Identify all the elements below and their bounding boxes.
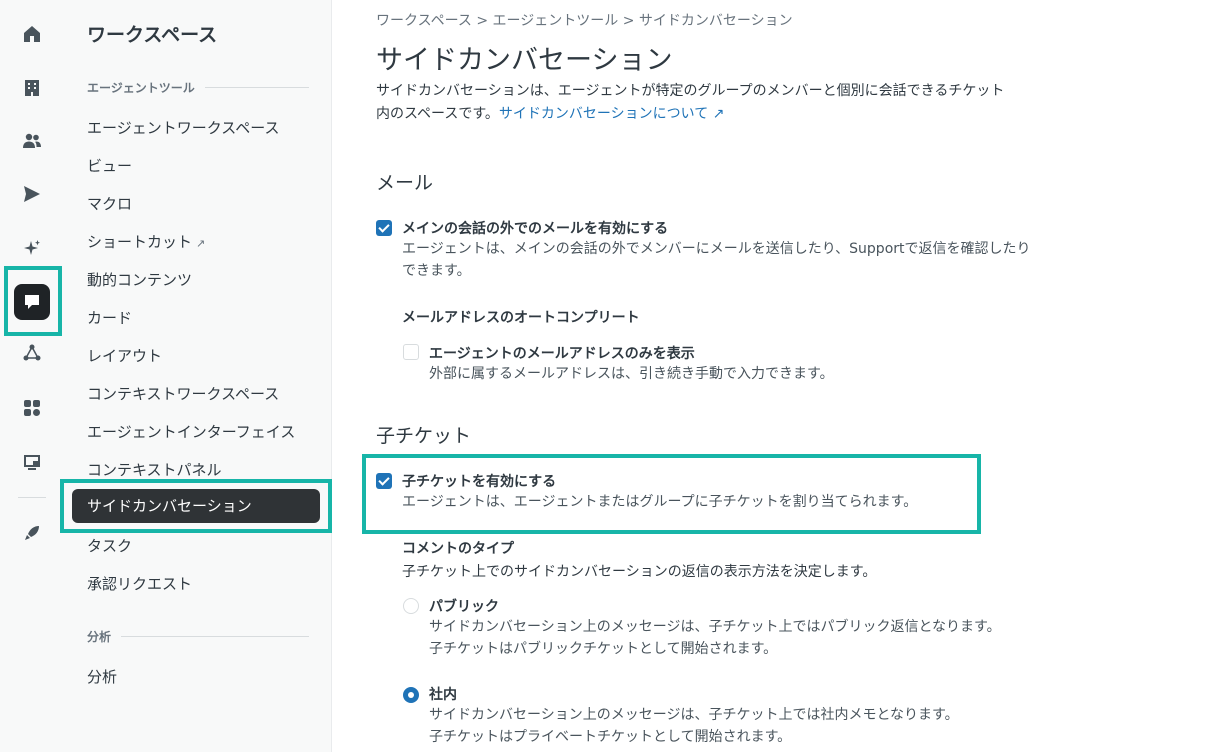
page-title: サイドカンバセーション: [376, 45, 673, 76]
share-icon[interactable]: [18, 339, 46, 367]
nav-item-cards[interactable]: カード: [87, 307, 132, 328]
breadcrumb-current: サイドカンバセーション: [638, 13, 793, 29]
rocket-icon[interactable]: [18, 519, 46, 547]
nav-item-approval-requests[interactable]: 承認リクエスト: [87, 573, 192, 594]
internal-hint-2: 子チケットはプライベートチケットとして開始されます。: [429, 729, 792, 745]
icon-rail: [0, 0, 64, 752]
learn-more-link[interactable]: サイドカンバセーションについて ↗: [499, 106, 725, 122]
agent-only-checkbox[interactable]: [403, 344, 419, 360]
nav-section-label: エージェントツール: [87, 81, 195, 95]
agent-only-hint: 外部に属するメールアドレスは、引き続き手動で入力できます。: [429, 366, 834, 382]
child-ticket-heading: 子チケット: [376, 425, 472, 447]
apps-icon[interactable]: [18, 394, 46, 422]
nav-section-agent-tools: エージェントツール: [87, 79, 309, 96]
public-radio[interactable]: [403, 598, 419, 614]
public-option: パブリック サイドカンバセーション上のメッセージは、子チケット上ではパブリック返…: [429, 596, 1049, 660]
page-description: サイドカンバセーションは、エージェントが特定のグループのメンバーと個別に会話でき…: [376, 80, 1016, 126]
public-label[interactable]: パブリック: [429, 596, 1049, 616]
nav-item-context-workspaces[interactable]: コンテキストワークスペース: [87, 383, 279, 404]
rail-divider: [18, 497, 46, 498]
email-enable-checkbox[interactable]: [376, 220, 392, 236]
comment-type-hint: 子チケット上でのサイドカンバセーションの返信の表示方法を決定します。: [402, 564, 877, 580]
nav-item-views[interactable]: ビュー: [87, 155, 132, 176]
internal-radio[interactable]: [403, 687, 419, 703]
internal-hint: サイドカンバセーション上のメッセージは、子チケット上では社内メモとなります。: [429, 707, 959, 723]
nav-item-context-panel[interactable]: コンテキストパネル: [87, 459, 222, 480]
sparkle-icon[interactable]: [18, 234, 46, 262]
external-link-icon: ↗: [196, 237, 206, 250]
workspace-icon[interactable]: [18, 448, 46, 476]
public-hint: サイドカンバセーション上のメッセージは、子チケット上ではパブリック返信となります…: [429, 619, 1001, 635]
nav-item-agent-workspace[interactable]: エージェントワークスペース: [87, 117, 279, 138]
agent-only-label[interactable]: エージェントのメールアドレスのみを表示: [429, 343, 989, 363]
child-ticket-highlight: [362, 454, 981, 534]
public-hint-2: 子チケットはパブリックチケットとして開始されます。: [429, 641, 778, 657]
nav-item-dynamic-content[interactable]: 動的コンテンツ: [87, 269, 192, 290]
email-enable-hint: エージェントは、メインの会話の外でメンバーにメールを送信したり、Supportで…: [402, 241, 1031, 279]
home-icon[interactable]: [18, 20, 46, 48]
breadcrumb-separator: >: [622, 13, 635, 29]
users-icon[interactable]: [18, 127, 46, 155]
nav-section-label: 分析: [87, 630, 112, 644]
workspace-nav: ワークスペース エージェントツール エージェントワークスペース ビュー マクロ …: [64, 0, 332, 752]
building-icon[interactable]: [18, 74, 46, 102]
nav-title: ワークスペース: [87, 24, 218, 46]
chat-icon[interactable]: [14, 284, 50, 320]
email-autocomplete-heading: メールアドレスのオートコンプリート: [402, 310, 640, 326]
nav-item-label: ショートカット: [87, 233, 193, 251]
breadcrumb-separator: >: [476, 13, 489, 29]
agent-only-option: エージェントのメールアドレスのみを表示 外部に属するメールアドレスは、引き続き手…: [429, 343, 989, 385]
internal-label[interactable]: 社内: [429, 684, 1049, 704]
nav-item-tasks[interactable]: タスク: [87, 535, 132, 556]
nav-item-layouts[interactable]: レイアウト: [87, 345, 162, 366]
nav-section-analytics: 分析: [87, 628, 309, 645]
email-heading: メール: [376, 172, 434, 194]
nav-selected-highlight: [60, 479, 332, 533]
nav-item-macros[interactable]: マクロ: [87, 193, 132, 214]
nav-item-analytics[interactable]: 分析: [87, 666, 117, 687]
comment-type-heading: コメントのタイプ: [402, 541, 514, 557]
nav-item-agent-interface[interactable]: エージェントインターフェイス: [87, 421, 295, 442]
nav-item-shortcuts[interactable]: ショートカット ↗: [87, 231, 205, 252]
send-icon[interactable]: [18, 180, 46, 208]
internal-option: 社内 サイドカンバセーション上のメッセージは、子チケット上では社内メモとなります…: [429, 684, 1049, 748]
email-enable-option: メインの会話の外でのメールを有効にする エージェントは、メインの会話の外でメンバ…: [402, 218, 1042, 282]
breadcrumb-workspace[interactable]: ワークスペース: [376, 13, 472, 29]
breadcrumb: ワークスペース > エージェントツール > サイドカンバセーション: [376, 10, 793, 30]
email-enable-label[interactable]: メインの会話の外でのメールを有効にする: [402, 218, 1042, 238]
breadcrumb-agent-tools[interactable]: エージェントツール: [493, 13, 619, 29]
